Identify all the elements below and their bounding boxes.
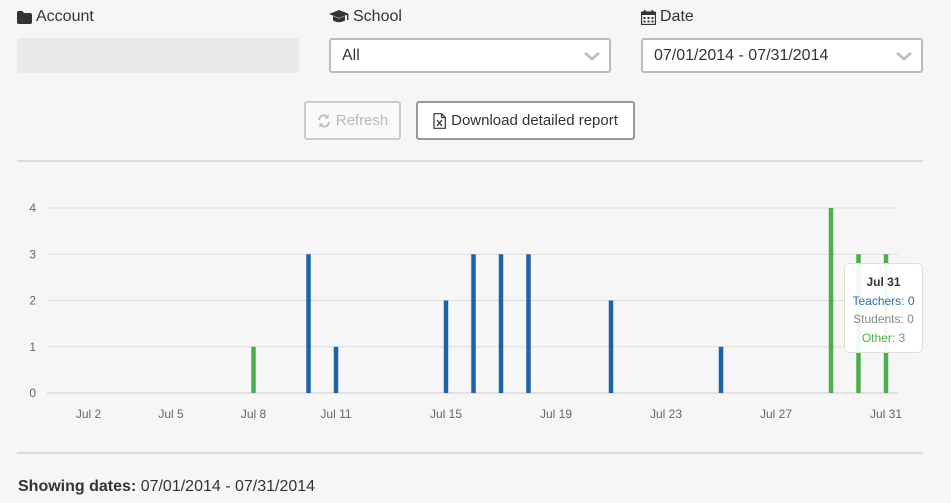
showing-dates-label: Showing dates: xyxy=(18,478,137,495)
refresh-icon xyxy=(317,114,330,127)
calendar-icon xyxy=(641,9,656,25)
date-range-select[interactable]: 07/01/2014 - 07/31/2014 xyxy=(641,38,923,73)
folder-icon xyxy=(17,10,32,24)
bar-other xyxy=(828,208,834,393)
date-range-value: 07/01/2014 - 07/31/2014 xyxy=(654,46,829,64)
x-tick-label: Jul 15 xyxy=(430,407,462,421)
x-tick-label: Jul 8 xyxy=(241,407,267,421)
divider xyxy=(17,160,923,162)
school-label: School xyxy=(329,8,402,26)
tooltip-title: Jul 31 xyxy=(866,275,901,289)
y-tick-label: 3 xyxy=(29,247,36,261)
bar-teachers xyxy=(718,346,724,393)
account-field[interactable] xyxy=(17,38,299,73)
x-tick-label: Jul 2 xyxy=(76,407,102,421)
showing-dates-value: 07/01/2014 - 07/31/2014 xyxy=(140,478,316,495)
bar-other xyxy=(251,346,256,393)
tooltip-teachers: Teachers: 0 xyxy=(852,293,915,308)
chevron-down-icon xyxy=(896,52,912,61)
x-tick-label: Jul 27 xyxy=(760,407,792,421)
download-label: Download detailed report xyxy=(451,112,618,129)
y-tick-label: 1 xyxy=(29,340,36,354)
refresh-button[interactable]: Refresh xyxy=(304,101,401,140)
divider xyxy=(17,452,923,454)
x-tick-label: Jul 23 xyxy=(650,407,682,421)
showing-dates: Showing dates: 07/01/2014 - 07/31/2014 xyxy=(18,478,315,496)
account-label: Account xyxy=(17,8,94,26)
x-tick-label: Jul 31 xyxy=(870,407,902,421)
bar-teachers xyxy=(608,300,614,393)
x-tick-label: Jul 19 xyxy=(540,407,572,421)
x-tick-label: Jul 5 xyxy=(158,407,184,421)
refresh-label: Refresh xyxy=(335,112,389,129)
chart-tooltip: Jul 31 Teachers: 0 Students: 0 Other: 3 xyxy=(844,263,923,353)
account-label-text: Account xyxy=(36,8,94,25)
bar-teachers xyxy=(306,254,311,393)
bar-teachers xyxy=(498,254,504,393)
y-tick-label: 2 xyxy=(29,294,36,308)
date-label-text: Date xyxy=(660,8,694,25)
school-select-value: All xyxy=(342,46,360,64)
bar-teachers xyxy=(443,300,449,393)
bar-teachers xyxy=(471,254,476,393)
y-tick-label: 4 xyxy=(29,201,36,215)
x-axis-ticks: Jul 2 Jul 5 Jul 8 Jul 11 Jul 15 Jul 19 Jul 23 J… xyxy=(76,407,903,421)
chevron-down-icon xyxy=(584,52,600,61)
date-label: Date xyxy=(641,8,694,26)
bar-teachers xyxy=(526,254,531,393)
school-select[interactable]: All xyxy=(329,38,611,73)
download-report-button[interactable]: Download detailed report xyxy=(416,101,635,140)
graduation-cap-icon xyxy=(329,10,349,23)
excel-file-icon xyxy=(433,112,447,129)
y-axis-ticks: 0 1 2 3 4 xyxy=(29,201,36,400)
tooltip-students: Students: 0 xyxy=(853,312,914,326)
y-tick-label: 0 xyxy=(29,386,36,400)
bar-teachers xyxy=(333,346,339,393)
x-tick-label: Jul 11 xyxy=(320,407,351,421)
tooltip-other: Other: 3 xyxy=(861,330,906,345)
school-label-text: School xyxy=(353,8,402,25)
activity-chart: 01234 Jul 2 Jul 5 Jul 8 Jul 11 Jul 15 Jul 19 J… xyxy=(29,201,903,421)
